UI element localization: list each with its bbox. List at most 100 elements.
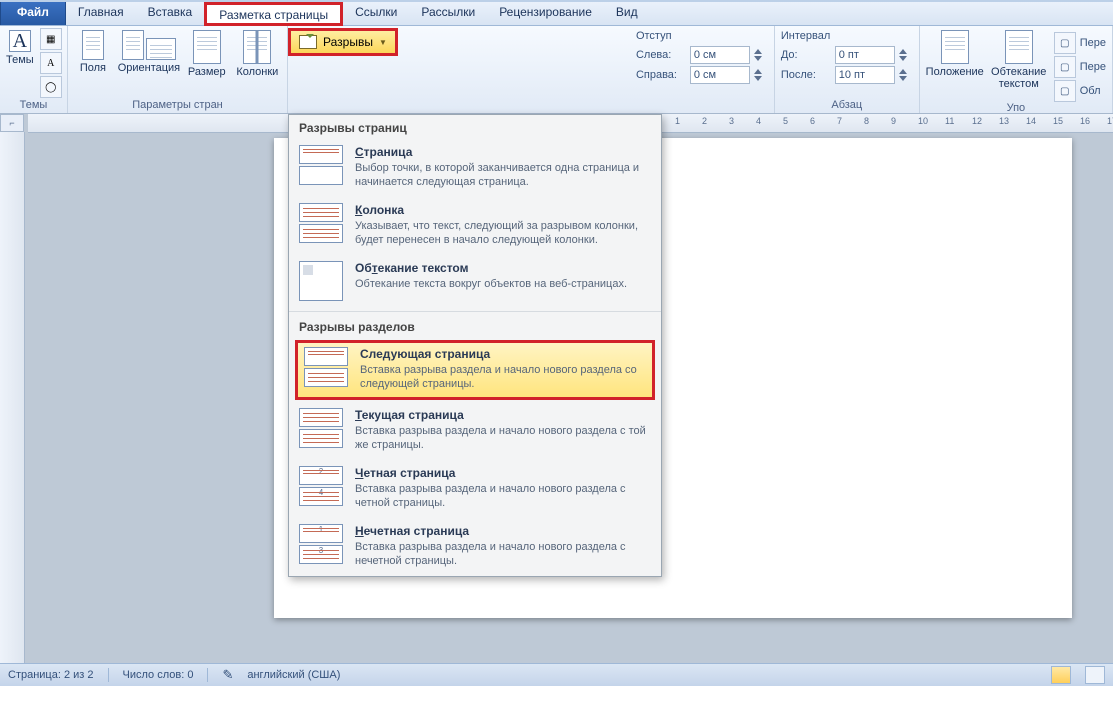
break-even-desc: Вставка разрыва раздела и начало нового … xyxy=(355,482,651,510)
status-separator xyxy=(207,668,208,682)
margins-button[interactable]: Поля xyxy=(74,28,112,74)
margins-icon xyxy=(82,30,104,60)
send-backward-button[interactable]: ▢Пере xyxy=(1054,56,1106,78)
tab-page-layout[interactable]: Разметка страницы xyxy=(204,2,343,26)
send-backward-icon: ▢ xyxy=(1054,56,1076,78)
tab-file[interactable]: Файл xyxy=(0,2,66,25)
size-icon xyxy=(193,30,221,64)
break-page-desc: Выбор точки, в которой заканчивается одн… xyxy=(355,161,651,189)
chevron-down-icon: ▼ xyxy=(379,38,387,47)
selection-pane-button[interactable]: ▢Обл xyxy=(1054,80,1106,102)
tab-view[interactable]: Вид xyxy=(604,2,650,25)
breaks-label: Разрывы xyxy=(323,35,373,49)
indent-left-spinner[interactable] xyxy=(754,49,768,61)
theme-fonts-button[interactable]: A xyxy=(40,52,62,74)
break-page-icon xyxy=(299,145,343,185)
break-page-item[interactable]: Страница Выбор точки, в которой заканчив… xyxy=(289,139,661,197)
break-next-page-icon xyxy=(304,347,348,387)
status-words[interactable]: Число слов: 0 xyxy=(123,669,194,681)
break-column-desc: Указывает, что текст, следующий за разры… xyxy=(355,219,651,247)
view-reading-button[interactable] xyxy=(1085,666,1105,684)
spacing-after-input[interactable]: 10 пт xyxy=(835,66,895,84)
wrap-text-button[interactable]: Обтекание текстом xyxy=(990,28,1048,90)
position-label: Положение xyxy=(926,66,984,78)
spacing-heading: Интервал xyxy=(781,30,913,42)
break-textwrap-desc: Обтекание текста вокруг объектов на веб-… xyxy=(355,277,627,291)
break-odd-desc: Вставка разрыва раздела и начало нового … xyxy=(355,540,651,568)
palette-icon: ▦ xyxy=(46,34,55,45)
menu-separator xyxy=(289,311,661,312)
position-button[interactable]: Положение xyxy=(926,28,984,78)
position-icon xyxy=(941,30,969,64)
break-even-item[interactable]: 24 Четная страница Вставка разрыва разде… xyxy=(289,460,661,518)
break-textwrap-icon xyxy=(299,261,343,301)
breaks-button[interactable]: Разрывы ▼ xyxy=(288,28,398,56)
breaks-dropdown: Разрывы страниц Страница Выбор точки, в … xyxy=(288,114,662,577)
spacing-before-input[interactable]: 0 пт xyxy=(835,46,895,64)
status-separator xyxy=(108,668,109,682)
orientation-button[interactable]: Ориентация xyxy=(118,28,180,74)
themes-icon: A xyxy=(9,30,31,52)
tab-review[interactable]: Рецензирование xyxy=(487,2,604,25)
indent-heading: Отступ xyxy=(636,30,768,42)
break-odd-icon: 13 xyxy=(299,524,343,564)
indent-right-input[interactable]: 0 см xyxy=(690,66,750,84)
view-print-layout-button[interactable] xyxy=(1051,666,1071,684)
columns-button[interactable]: Колонки xyxy=(234,28,281,78)
breaks-icon xyxy=(299,35,317,49)
themes-label: Темы xyxy=(6,54,34,66)
tab-home[interactable]: Главная xyxy=(66,2,136,25)
indent-right-label: Справа: xyxy=(636,69,686,81)
tab-insert[interactable]: Вставка xyxy=(136,2,205,25)
ruler-toggle[interactable]: ⌐ xyxy=(0,114,24,132)
spacing-before-label: До: xyxy=(781,49,831,61)
break-textwrap-item[interactable]: Обтекание текстом Обтекание текста вокру… xyxy=(289,255,661,309)
tab-mailings[interactable]: Рассылки xyxy=(409,2,487,25)
break-next-page-item[interactable]: Следующая страница Вставка разрыва разде… xyxy=(295,340,655,400)
font-icon: A xyxy=(47,58,54,69)
spacing-before-spinner[interactable] xyxy=(899,49,913,61)
wrap-icon xyxy=(1005,30,1033,64)
break-column-icon xyxy=(299,203,343,243)
size-label: Размер xyxy=(188,66,226,78)
break-odd-item[interactable]: 13 Нечетная страница Вставка разрыва раз… xyxy=(289,518,661,576)
columns-icon xyxy=(243,30,271,64)
ribbon-tabs: Файл Главная Вставка Разметка страницы С… xyxy=(0,2,1113,26)
tab-references[interactable]: Ссылки xyxy=(343,2,409,25)
spacing-after-spinner[interactable] xyxy=(899,69,913,81)
orientation-label: Ориентация xyxy=(118,62,180,74)
document-workspace: ⌐ 123456789101112131415161718 Разрывы ст… xyxy=(0,114,1113,663)
break-next-page-title: Следующая страница xyxy=(360,347,646,361)
themes-button[interactable]: A Темы xyxy=(6,28,34,66)
break-continuous-desc: Вставка разрыва раздела и начало нового … xyxy=(355,424,651,452)
columns-label: Колонки xyxy=(236,66,278,78)
break-even-icon: 24 xyxy=(299,466,343,506)
indent-left-label: Слева: xyxy=(636,49,686,61)
themes-group-label: Темы xyxy=(6,99,61,113)
wrap-label: Обтекание текстом xyxy=(990,66,1048,90)
spellcheck-icon[interactable]: ✎ xyxy=(222,667,233,683)
break-next-page-desc: Вставка разрыва раздела и начало нового … xyxy=(360,363,646,391)
orientation-icon xyxy=(122,30,176,60)
section-breaks-header: Разрывы разделов xyxy=(289,314,661,338)
indent-left-input[interactable]: 0 см xyxy=(690,46,750,64)
theme-effects-button[interactable]: ◯ xyxy=(40,76,62,98)
spacing-after-label: После: xyxy=(781,69,831,81)
break-column-item[interactable]: Колонка Указывает, что текст, следующий … xyxy=(289,197,661,255)
paragraph-group-label: Абзац xyxy=(781,99,913,113)
margins-label: Поля xyxy=(80,62,106,74)
selection-pane-icon: ▢ xyxy=(1054,80,1076,102)
ribbon: A Темы ▦ A ◯ Темы Поля Ориентация Р xyxy=(0,26,1113,114)
page-breaks-header: Разрывы страниц xyxy=(289,115,661,139)
effects-icon: ◯ xyxy=(45,82,56,93)
bring-forward-button[interactable]: ▢Пере xyxy=(1054,32,1106,54)
status-language[interactable]: английский (США) xyxy=(247,669,340,681)
indent-right-spinner[interactable] xyxy=(754,69,768,81)
page-setup-group-label: Параметры стран xyxy=(74,99,281,113)
vertical-ruler[interactable] xyxy=(0,132,25,663)
status-page[interactable]: Страница: 2 из 2 xyxy=(8,669,94,681)
status-bar: Страница: 2 из 2 Число слов: 0 ✎ английс… xyxy=(0,663,1113,686)
theme-colors-button[interactable]: ▦ xyxy=(40,28,62,50)
size-button[interactable]: Размер xyxy=(186,28,228,78)
break-continuous-item[interactable]: Текущая страница Вставка разрыва раздела… xyxy=(289,402,661,460)
